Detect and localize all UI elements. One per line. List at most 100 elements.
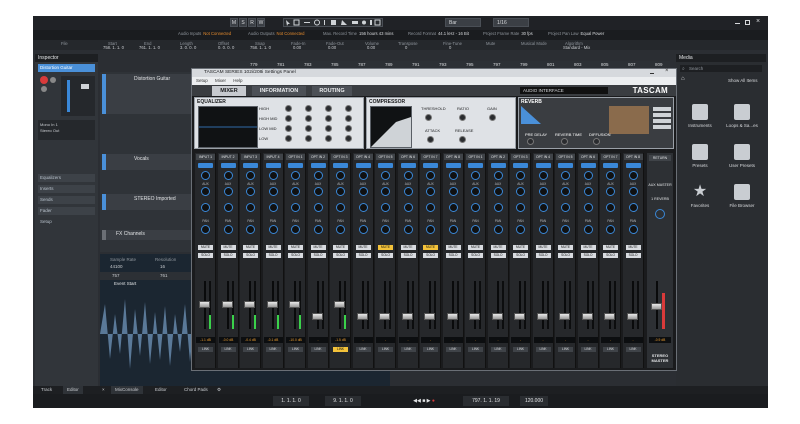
menu-setup[interactable]: Setup — [196, 78, 208, 83]
input-select[interactable]: OPT IN 7 — [421, 154, 440, 160]
input-select[interactable]: OPT IN 4 — [533, 154, 553, 160]
mute-button[interactable]: MUTE — [400, 245, 416, 250]
link-button[interactable]: LINK — [558, 347, 573, 352]
pan-knob[interactable] — [223, 225, 233, 234]
tab-information[interactable]: INFORMATION — [252, 86, 306, 96]
phantom-button[interactable] — [490, 163, 506, 168]
link-button[interactable]: LINK — [468, 347, 483, 352]
input-select[interactable]: OPT IN 1 — [286, 154, 305, 160]
channel-fader[interactable] — [401, 313, 413, 320]
input-select[interactable]: OPT IN 5 — [376, 154, 395, 160]
inspector-track-name[interactable]: Distortion Guitar — [38, 64, 95, 72]
channel-fader[interactable] — [626, 313, 638, 320]
link-button[interactable]: LINK — [310, 347, 326, 352]
pan-knob[interactable] — [336, 225, 345, 234]
gain-knob[interactable] — [583, 171, 593, 180]
pan-knob[interactable] — [606, 225, 615, 234]
show-all-items-link[interactable]: Show All Items — [728, 78, 758, 83]
aux-knob[interactable] — [583, 187, 593, 196]
pan-knob[interactable] — [426, 225, 435, 234]
info-end[interactable]: 761. 1. 1. 0 — [139, 45, 160, 50]
solo-button[interactable]: SOLO — [220, 253, 236, 258]
inspector-inserts[interactable]: Inserts — [38, 185, 95, 193]
mute-button[interactable]: MUTE — [603, 245, 618, 250]
pan-knob[interactable] — [493, 225, 503, 234]
pan-knob[interactable] — [448, 225, 458, 234]
solo-button[interactable]: SOLO — [423, 253, 438, 258]
position-display[interactable]: 797. 1. 1. 19 — [463, 396, 509, 406]
aux2-knob[interactable] — [583, 203, 593, 212]
eq-knob[interactable] — [325, 105, 332, 112]
pan-knob[interactable] — [268, 225, 278, 234]
solo-button[interactable]: SOLO — [513, 253, 528, 258]
release-knob[interactable] — [459, 136, 466, 143]
aux-knob[interactable] — [448, 187, 458, 196]
solo-button[interactable]: SOLO — [355, 253, 371, 258]
channel-fader[interactable] — [514, 313, 525, 320]
toolbar-s-button[interactable]: S — [239, 18, 247, 27]
record-enable-icon[interactable] — [38, 74, 58, 94]
channel-fader[interactable] — [424, 313, 435, 320]
return-knob[interactable] — [655, 209, 665, 219]
aux-knob[interactable] — [291, 187, 300, 196]
mute-button[interactable]: MUTE — [243, 245, 258, 250]
tab-editor[interactable]: Editor — [63, 386, 83, 394]
phantom-button[interactable] — [558, 163, 573, 168]
aux2-knob[interactable] — [471, 203, 480, 212]
gain-knob[interactable] — [358, 171, 368, 180]
info-start[interactable]: 758. 1. 1. 0 — [103, 45, 124, 50]
channel-fader[interactable] — [221, 301, 233, 308]
pan-knob[interactable] — [403, 225, 413, 234]
solo-button[interactable]: SOLO — [468, 253, 483, 258]
input-select[interactable]: INPUT 3 — [241, 154, 260, 160]
close-icon[interactable]: × — [756, 18, 760, 25]
ratio-knob[interactable] — [459, 114, 466, 121]
input-select[interactable]: OPT IN 3 — [511, 154, 530, 160]
gain-knob[interactable] — [493, 171, 503, 180]
solo-button[interactable]: SOLO — [558, 253, 573, 258]
channel-fader[interactable] — [199, 301, 210, 308]
mute-button[interactable]: MUTE — [580, 245, 596, 250]
mute-button[interactable]: MUTE — [378, 245, 393, 250]
media-tile-loops[interactable]: Loops & Sa...es — [722, 104, 762, 138]
left-locator[interactable]: 1. 1. 1. 0 — [273, 396, 309, 406]
input-select[interactable]: OPT IN 3 — [331, 154, 350, 160]
channel-fader[interactable] — [491, 313, 503, 320]
solo-button[interactable]: SOLO — [333, 253, 348, 258]
mute-button[interactable]: MUTE — [535, 245, 551, 250]
eq-knob[interactable] — [285, 135, 292, 142]
phantom-button[interactable] — [625, 163, 641, 168]
pan-knob[interactable] — [246, 225, 255, 234]
aux2-knob[interactable] — [628, 203, 638, 212]
phantom-button[interactable] — [580, 163, 596, 168]
pan-knob[interactable] — [628, 225, 638, 234]
pan-knob[interactable] — [291, 225, 300, 234]
tab-mixer[interactable]: MIXER — [212, 86, 246, 96]
diffusion-knob[interactable] — [593, 138, 600, 145]
phantom-button[interactable] — [198, 163, 213, 168]
channel-fader[interactable] — [289, 301, 300, 308]
solo-button[interactable]: SOLO — [400, 253, 416, 258]
master-fader[interactable] — [651, 303, 662, 310]
link-button[interactable]: LINK — [378, 347, 393, 352]
home-icon[interactable]: ⌂ — [681, 76, 685, 82]
eq-knob[interactable] — [285, 105, 292, 112]
close-icon[interactable]: × — [665, 68, 669, 74]
solo-button[interactable]: SOLO — [535, 253, 551, 258]
eq-knob[interactable] — [325, 125, 332, 132]
mute-button[interactable]: MUTE — [625, 245, 641, 250]
aux-knob[interactable] — [403, 187, 413, 196]
gain-knob[interactable] — [538, 171, 548, 180]
aux-knob[interactable] — [426, 187, 435, 196]
aux-knob[interactable] — [538, 187, 548, 196]
input-select[interactable]: OPT IN 6 — [398, 154, 418, 160]
phantom-button[interactable] — [400, 163, 416, 168]
link-button[interactable]: LINK — [603, 347, 618, 352]
menu-help[interactable]: Help — [233, 78, 242, 83]
aux2-knob[interactable] — [426, 203, 435, 212]
phantom-button[interactable] — [333, 163, 348, 168]
mute-button[interactable]: MUTE — [265, 245, 281, 250]
mute-button[interactable]: MUTE — [220, 245, 236, 250]
info-fade-in[interactable]: 0.00 — [293, 45, 301, 50]
link-button[interactable]: LINK — [220, 347, 236, 352]
